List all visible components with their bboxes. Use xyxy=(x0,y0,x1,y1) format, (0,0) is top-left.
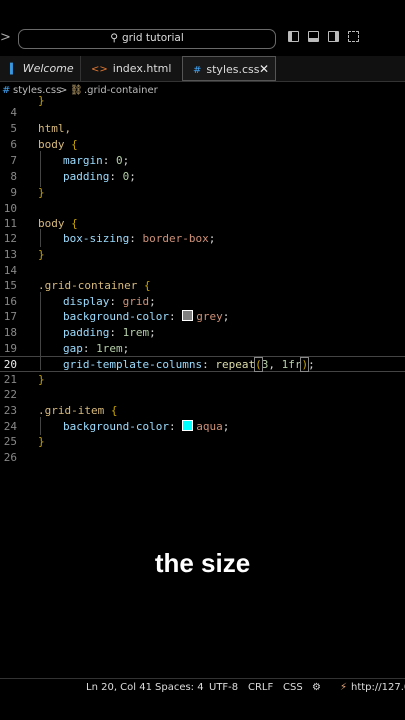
customize-layout-icon[interactable] xyxy=(348,31,359,42)
code-line: 24 background-color: aqua; xyxy=(3,420,230,433)
toggle-panel-icon[interactable] xyxy=(308,31,319,42)
toggle-sidebar-icon[interactable] xyxy=(288,31,299,42)
color-swatch-icon[interactable] xyxy=(182,310,194,321)
code-line: 6 body { xyxy=(10,138,78,151)
code-line-active: 20 grid-template-columns: repeat(3, 1fr); xyxy=(0,356,405,372)
notifications-icon[interactable]: ⚙ xyxy=(312,682,321,693)
search-label: grid tutorial xyxy=(121,32,184,44)
color-swatch-icon[interactable] xyxy=(182,420,194,431)
live-server-url[interactable]: http://127.0. xyxy=(351,682,405,693)
command-center-search[interactable]: ⚲ grid tutorial xyxy=(18,29,276,49)
line-ending[interactable]: CRLF xyxy=(248,682,273,693)
vscode-icon: ▍ xyxy=(10,64,18,75)
toggle-secondary-sidebar-icon[interactable] xyxy=(328,31,339,42)
code-line: 7 margin: 0; xyxy=(10,154,130,167)
code-line: 8 padding: 0; xyxy=(10,170,136,183)
search-icon: ⚲ xyxy=(110,32,118,44)
code-line: 22 xyxy=(3,388,17,401)
editor-tabs: ▍ Welcome <> index.html # styles.css ✕ xyxy=(0,56,405,82)
code-line: 9} xyxy=(10,186,45,199)
code-line: 16 display: grid; xyxy=(3,295,156,308)
live-server-icon: ⚡ xyxy=(340,682,348,693)
code-line: 4 xyxy=(10,106,17,119)
code-line: 25} xyxy=(3,435,45,448)
code-line: 17 background-color: grey; xyxy=(3,310,230,323)
cursor-position[interactable]: Ln 20, Col 41 xyxy=(86,682,152,693)
title-bar: > ⚲ grid tutorial xyxy=(0,0,405,56)
code-line: 12 box-sizing: border-box; xyxy=(3,232,216,245)
code-line: 13} xyxy=(3,248,45,261)
code-line: 19 gap: 1rem; xyxy=(3,342,130,355)
encoding[interactable]: UTF-8 xyxy=(209,682,238,693)
code-line: 23 .grid-item { xyxy=(3,404,118,417)
html-file-icon: <> xyxy=(91,64,108,75)
language-mode[interactable]: CSS xyxy=(283,682,303,693)
close-icon[interactable]: ✕ xyxy=(259,57,269,82)
layout-controls xyxy=(288,31,359,42)
code-line: 18 padding: 1rem; xyxy=(3,326,156,339)
code-line: 10 xyxy=(3,202,17,215)
tab-welcome[interactable]: ▍ Welcome xyxy=(0,56,80,81)
code-line: 5 html, xyxy=(10,122,72,135)
css-file-icon: # xyxy=(193,65,202,76)
code-line: 21} xyxy=(3,373,45,386)
tab-label: styles.css xyxy=(206,63,260,76)
status-bar: Ln 20, Col 41 Spaces: 4 UTF-8 CRLF CSS ⚙… xyxy=(0,678,405,697)
chevron-right-icon[interactable]: > xyxy=(0,30,11,45)
code-line: 15 .grid-container { xyxy=(3,279,151,292)
code-line: 14 xyxy=(3,264,17,277)
tab-label: Welcome xyxy=(22,62,74,75)
tab-index-html[interactable]: <> index.html xyxy=(80,56,180,81)
code-line: 26 xyxy=(3,451,17,464)
tab-styles-css[interactable]: # styles.css ✕ xyxy=(182,56,276,81)
tab-label: index.html xyxy=(112,62,172,75)
video-caption: the size xyxy=(154,548,251,578)
code-line: 11 body { xyxy=(3,217,78,230)
indentation-setting[interactable]: Spaces: 4 xyxy=(155,682,204,693)
